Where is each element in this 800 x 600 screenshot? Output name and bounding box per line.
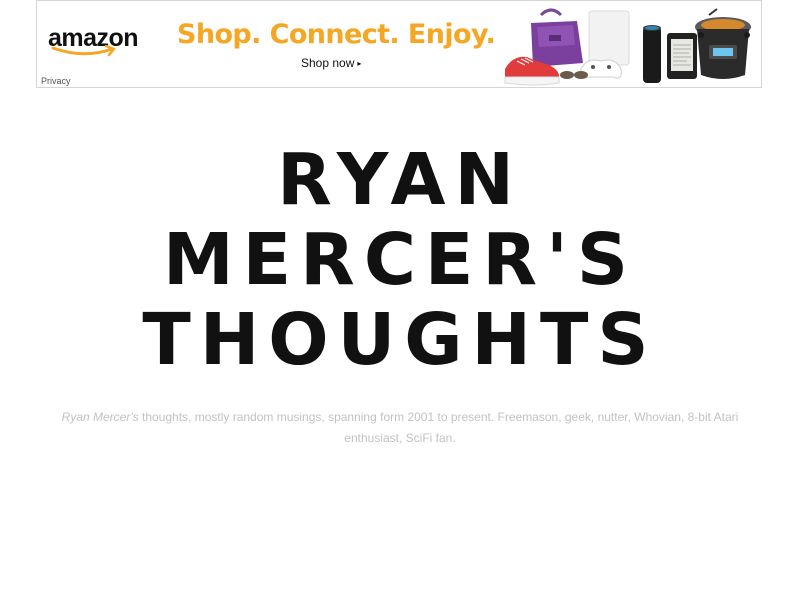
site-title-line-3: THOUGHTS bbox=[142, 298, 658, 381]
ad-privacy-link[interactable]: Privacy bbox=[41, 76, 71, 86]
tagline-line-2: enthusiast, SciFi fan. bbox=[344, 431, 456, 445]
site-title[interactable]: RYAN MERCER'S THOUGHTS bbox=[0, 140, 800, 380]
tagline-author: Ryan Mercer's bbox=[61, 410, 139, 424]
ad-product-images bbox=[504, 8, 751, 86]
caret-right-icon: ▸ bbox=[357, 59, 362, 68]
site-tagline: Ryan Mercer's thoughts, mostly random mu… bbox=[56, 407, 744, 449]
router-icon bbox=[588, 10, 630, 66]
page: amazon Privacy Shop. Connect. Enjoy. Sho… bbox=[0, 0, 800, 600]
handbag-icon bbox=[531, 8, 583, 67]
e-reader-icon bbox=[667, 33, 697, 79]
amazon-smile-icon bbox=[51, 45, 116, 57]
ad-shop-now-link[interactable]: Shop now ▸ bbox=[301, 56, 361, 70]
tagline-line-1: thoughts, mostly random musings, spannin… bbox=[138, 410, 739, 424]
sunglasses-icon bbox=[560, 71, 588, 79]
ad-headline[interactable]: Shop. Connect. Enjoy. bbox=[177, 19, 496, 50]
site-title-line-2: MERCER'S bbox=[163, 218, 637, 301]
site-title-line-1: RYAN bbox=[277, 138, 523, 221]
amazon-logo: amazon bbox=[48, 25, 144, 61]
ad-cta-label: Shop now bbox=[301, 56, 355, 70]
smart-speaker-icon bbox=[643, 25, 661, 83]
slow-cooker-icon bbox=[695, 8, 751, 79]
amazon-ad-banner[interactable]: amazon Privacy Shop. Connect. Enjoy. Sho… bbox=[36, 0, 762, 88]
